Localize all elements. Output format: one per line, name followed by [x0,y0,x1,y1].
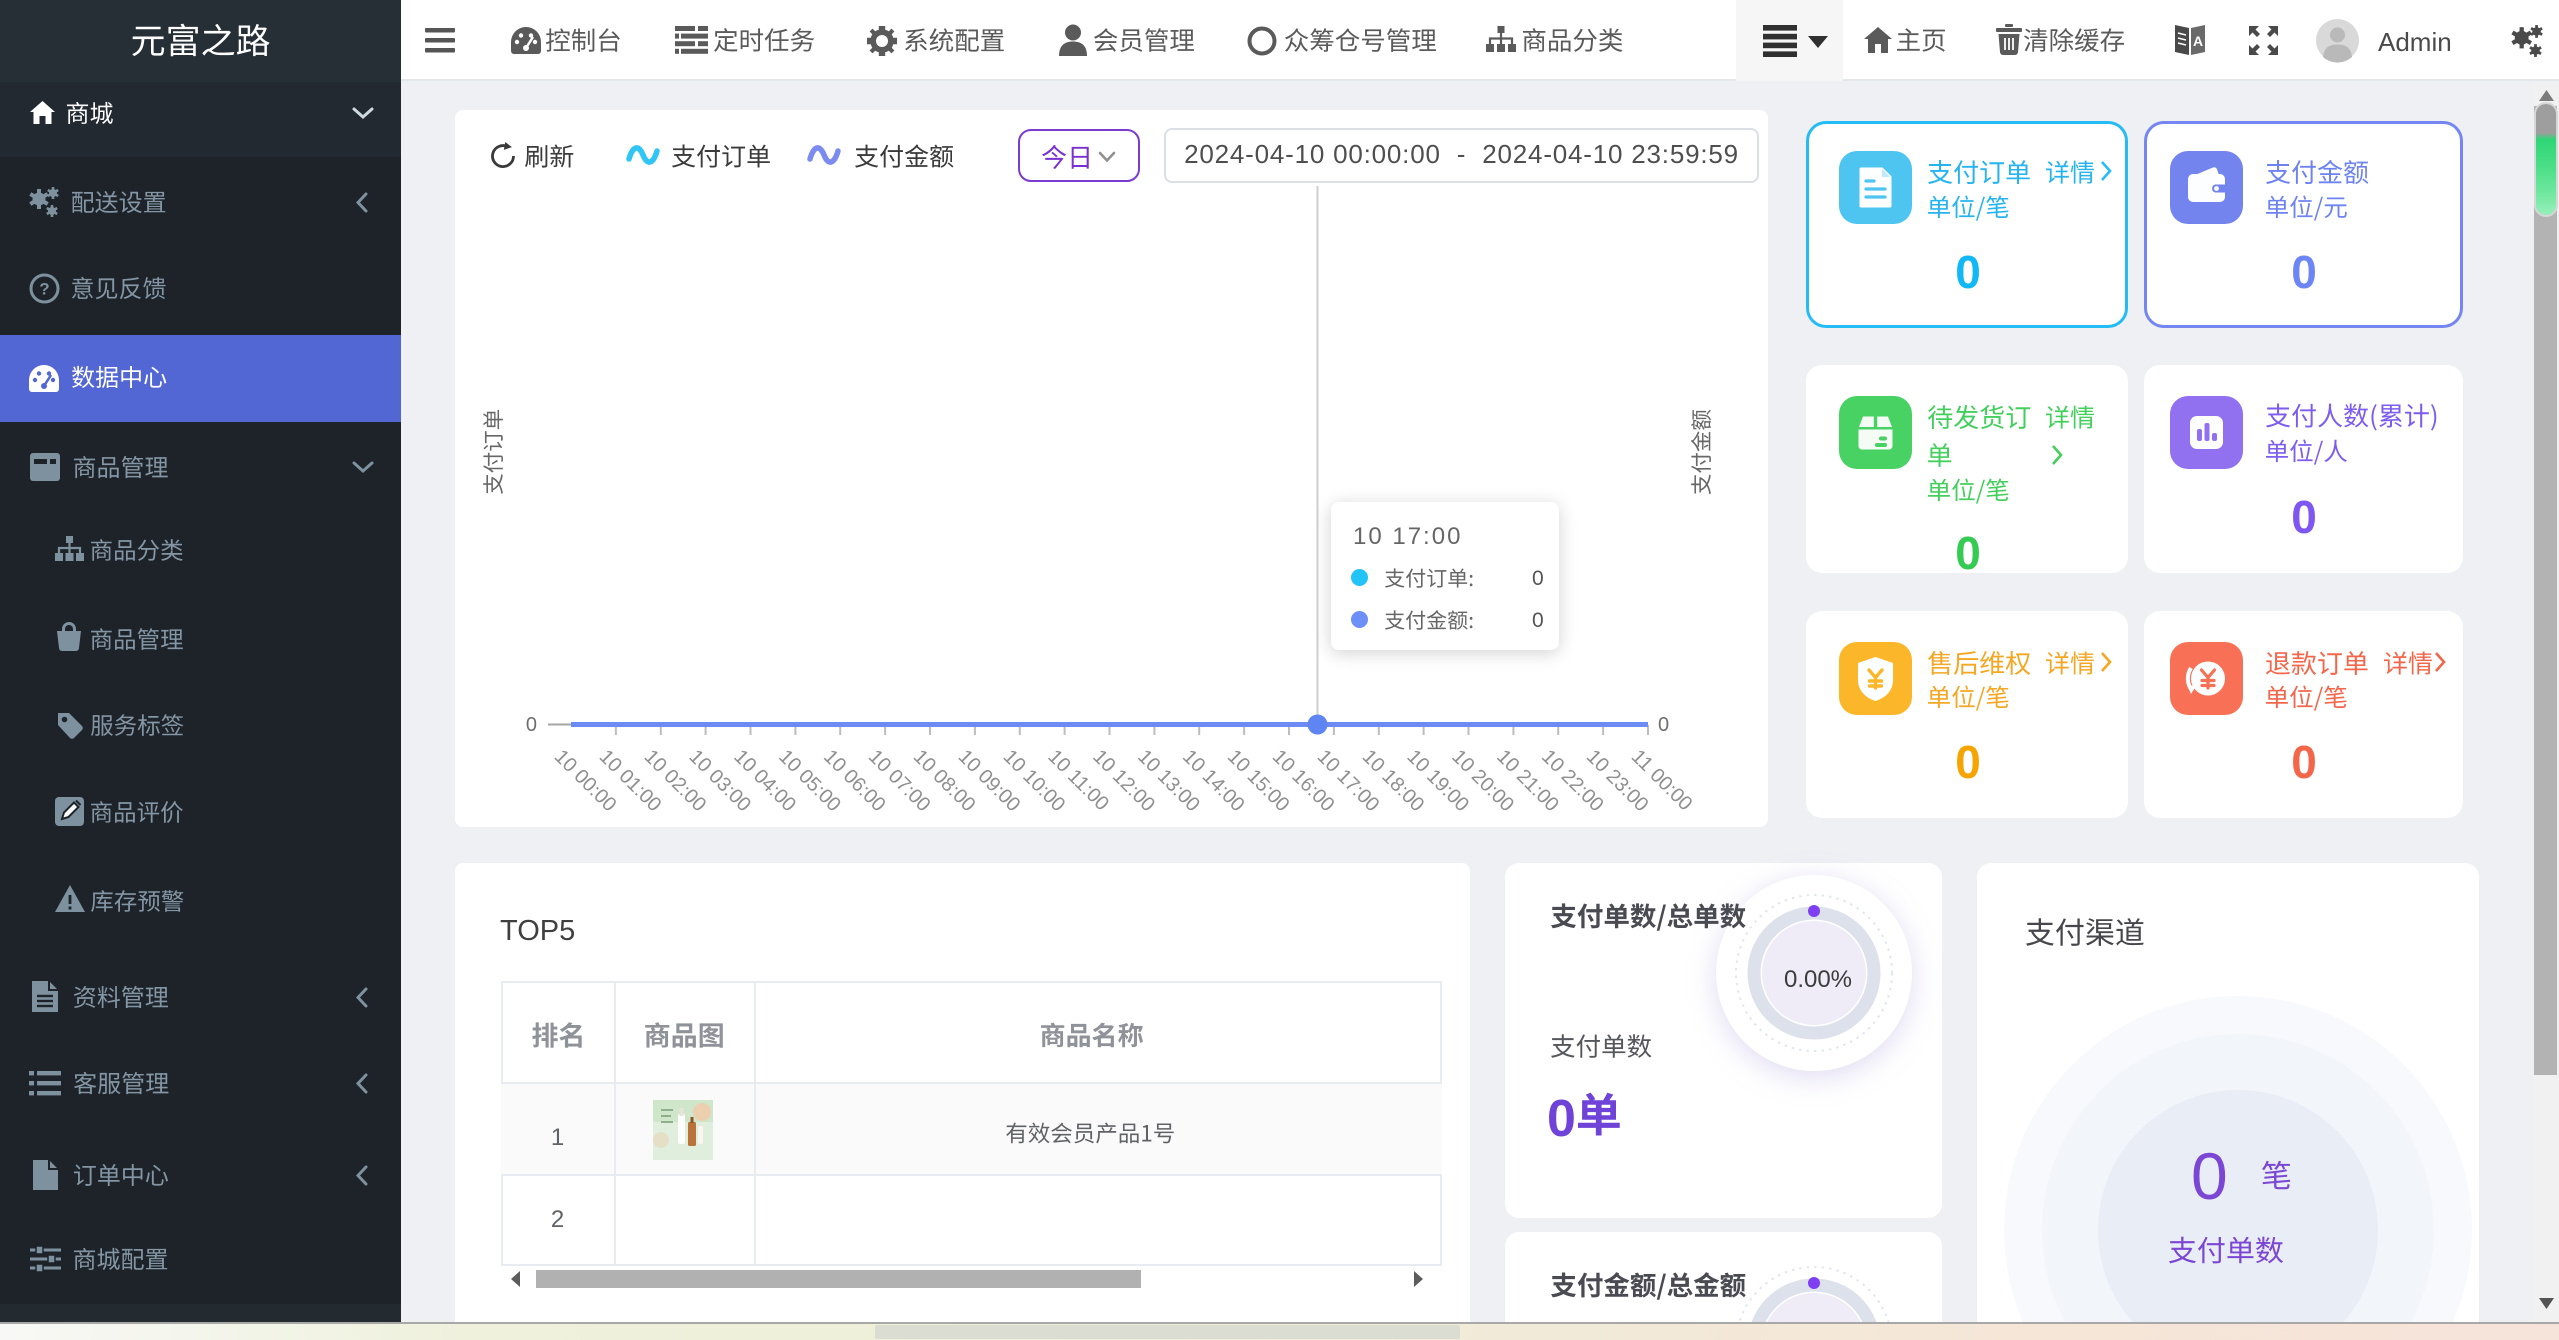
svg-text:0: 0 [1658,714,1669,736]
svg-text:0: 0 [526,714,537,736]
svg-text:?: ? [39,280,49,299]
svg-text:A: A [2193,33,2203,49]
